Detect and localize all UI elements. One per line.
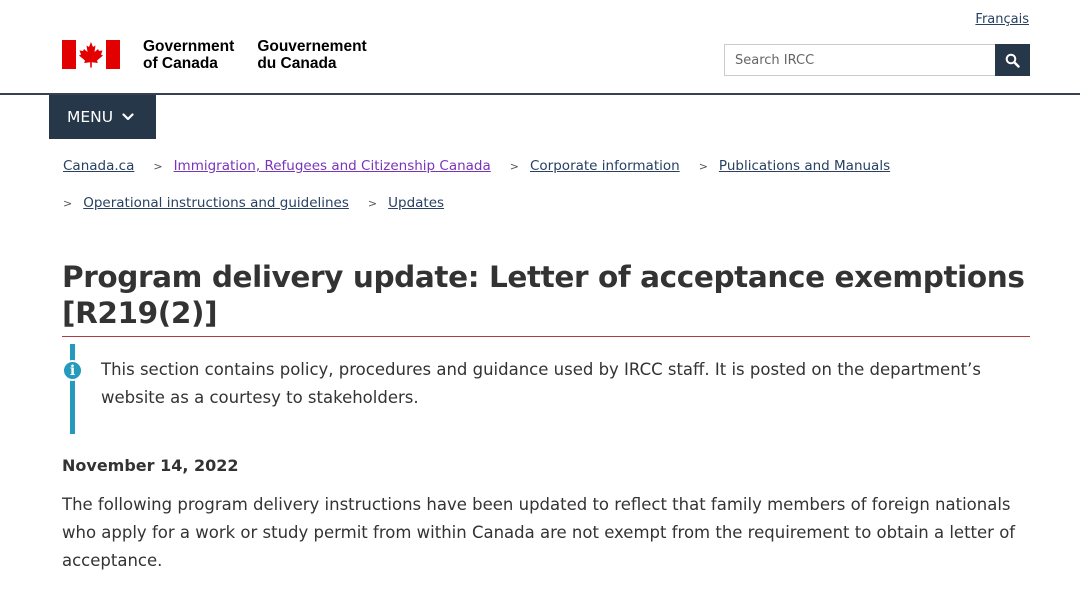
info-alert: i This section contains policy, procedur…: [62, 344, 1030, 434]
search-input[interactable]: [724, 44, 995, 76]
breadcrumb-link-updates[interactable]: Updates: [388, 195, 444, 211]
breadcrumb-separator: >: [367, 196, 378, 210]
signature-french: Gouvernement du Canada: [257, 38, 367, 72]
chevron-down-icon: [122, 113, 134, 121]
body-paragraph: The following program delivery instructi…: [62, 495, 1016, 570]
government-signature[interactable]: Government of Canada Gouvernement du Can…: [62, 38, 367, 72]
breadcrumb-row-2: > Operational instructions and guideline…: [63, 195, 444, 211]
page-title: Program delivery update: Letter of accep…: [62, 260, 1025, 330]
search-icon: [1005, 53, 1020, 68]
signature-english: Government of Canada: [143, 38, 235, 72]
breadcrumb-link-corporate-information[interactable]: Corporate information: [530, 158, 680, 174]
info-icon: i: [62, 360, 83, 381]
breadcrumb-separator: >: [509, 159, 519, 173]
breadcrumb-separator: >: [698, 159, 708, 173]
search-form: [724, 44, 1030, 76]
title-divider: [62, 336, 1030, 337]
menu-button[interactable]: MENU: [49, 95, 156, 139]
breadcrumb-link-canada[interactable]: Canada.ca: [63, 158, 134, 174]
breadcrumb-link-ircc[interactable]: Immigration, Refugees and Citizenship Ca…: [174, 158, 491, 174]
language-toggle-link[interactable]: Français: [975, 12, 1029, 27]
site-header: Français Government of Canada Gouverneme…: [0, 0, 1080, 95]
breadcrumb-link-operational-instructions[interactable]: Operational instructions and guidelines: [83, 195, 349, 211]
breadcrumb-link-publications[interactable]: Publications and Manuals: [719, 158, 890, 174]
publication-date: November 14, 2022: [62, 456, 239, 475]
canada-flag-icon: [62, 40, 120, 69]
alert-text: This section contains policy, procedures…: [101, 360, 981, 407]
search-button[interactable]: [995, 44, 1030, 76]
maple-leaf-icon: [79, 42, 103, 68]
breadcrumb-separator: >: [63, 196, 73, 210]
menu-label: MENU: [67, 108, 114, 126]
breadcrumb: Canada.ca > Immigration, Refugees and Ci…: [63, 158, 890, 174]
alert-accent-bar: [70, 344, 75, 434]
breadcrumb-separator: >: [153, 159, 163, 173]
